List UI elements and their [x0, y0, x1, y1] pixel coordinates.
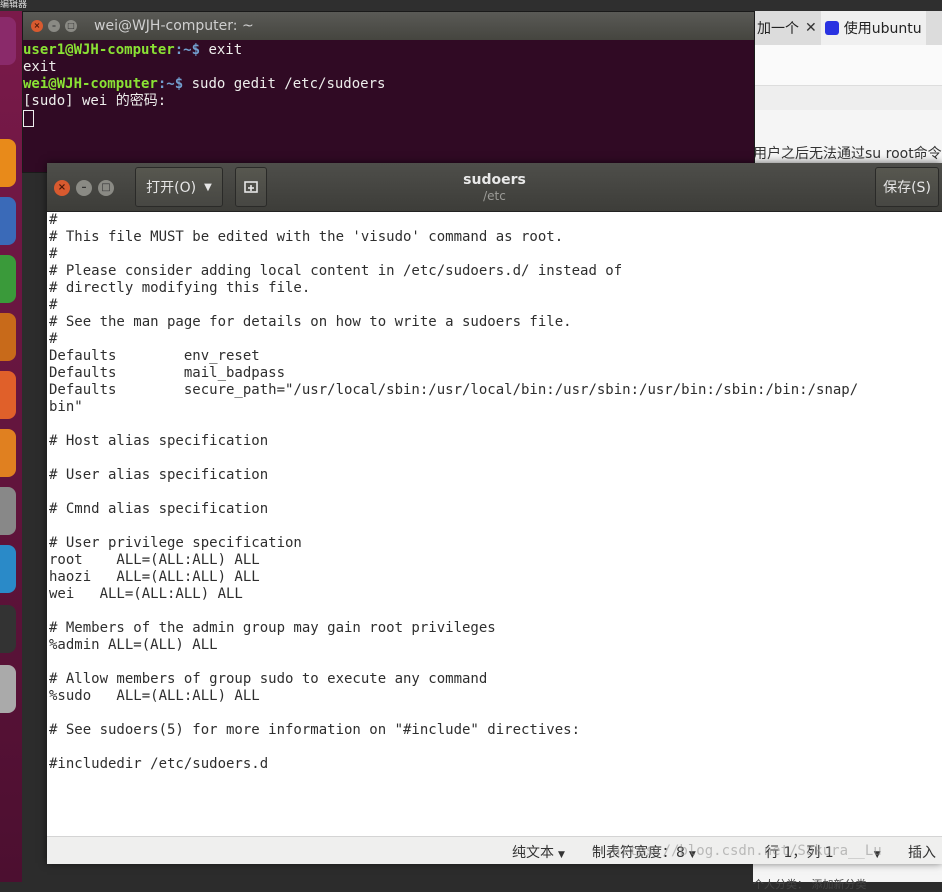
browser-tab[interactable]: 使用ubuntu: [820, 11, 926, 45]
editor-line: #: [49, 331, 58, 347]
terminal-line: [sudo] wei 的密码:: [23, 93, 167, 109]
terminal-line: user1@WJH-computer:~$ exit: [23, 42, 243, 58]
minimize-icon[interactable]: –: [48, 20, 60, 32]
article-category: 个人分类： 添加新分类: [753, 878, 867, 891]
browser-tabbar: 加一个 ✕ 使用ubuntu: [753, 11, 942, 45]
chat-icon[interactable]: [0, 545, 16, 593]
browser-bookmarks: [753, 86, 942, 110]
editor-line: #includedir /etc/sudoers.d: [49, 756, 269, 772]
editor-line: Defaults secure_path="/usr/local/sbin:/u…: [49, 382, 859, 398]
impress-icon[interactable]: [0, 313, 16, 361]
terminal-line: exit: [23, 59, 57, 75]
editor-line: # User privilege specification: [49, 535, 302, 551]
dash-icon[interactable]: [0, 17, 16, 65]
article-title: 用户之后无法通过su root命令: [753, 146, 942, 162]
firefox-icon[interactable]: [0, 139, 16, 187]
text-editor-area[interactable]: # # This file MUST be edited with the 'vi…: [47, 212, 942, 836]
close-icon[interactable]: ✕: [805, 20, 817, 36]
document-path: /etc: [483, 189, 506, 203]
browser-tab-label: 使用ubuntu: [843, 21, 922, 37]
save-button-label: 保存(S): [883, 180, 931, 196]
editor-line: root ALL=(ALL:ALL) ALL: [49, 552, 260, 568]
browser-tab-label: 加一个: [757, 21, 799, 37]
terminal-title: wei@WJH-computer: ~: [94, 18, 254, 34]
writer-icon[interactable]: [0, 197, 16, 245]
watermark: https://blog.csdn.net/Sakura__Lu: [612, 843, 882, 859]
editor-line: # Members of the admin group may gain ro…: [49, 620, 496, 636]
gedit-headerbar[interactable]: × – □ 打开(O) ▼ sudoers /etc 保存(S): [47, 163, 942, 212]
browser-toolbar: [753, 45, 942, 86]
editor-line: # directly modifying this file.: [49, 280, 311, 296]
editor-line: # User alias specification: [49, 467, 269, 483]
editor-line: #: [49, 212, 58, 228]
files-icon[interactable]: [0, 371, 16, 419]
terminal-cursor: [23, 110, 34, 127]
terminal-titlebar[interactable]: × – □ wei@WJH-computer: ~: [23, 12, 754, 40]
editor-line: # This file MUST be edited with the 'vis…: [49, 229, 564, 245]
launcher: [0, 11, 22, 882]
editor-line: Defaults env_reset: [49, 348, 260, 364]
browser-tab[interactable]: 加一个 ✕: [753, 11, 821, 45]
editor-line: #: [49, 297, 58, 313]
terminal-line: wei@WJH-computer:~$ sudo gedit /etc/sudo…: [23, 76, 386, 92]
editor-line: Defaults mail_badpass: [49, 365, 286, 381]
editor-line: %sudo ALL=(ALL:ALL) ALL: [49, 688, 260, 704]
close-icon[interactable]: ×: [31, 20, 43, 32]
editor-line: # Please consider adding local content i…: [49, 263, 623, 279]
language-selector[interactable]: 纯文本 ▼: [512, 842, 565, 862]
editor-line: haozi ALL=(ALL:ALL) ALL: [49, 569, 260, 585]
terminal-line: [23, 110, 754, 127]
editor-line: bin": [49, 399, 83, 415]
editor-line: # See the man page for details on how to…: [49, 314, 572, 330]
top-app-title: 编辑器: [0, 0, 28, 10]
terminal-output[interactable]: user1@WJH-computer:~$ exit exit wei@WJH-…: [23, 40, 754, 127]
terminal-window[interactable]: × – □ wei@WJH-computer: ~ user1@WJH-comp…: [22, 11, 755, 173]
editor-line: #: [49, 246, 58, 262]
insert-mode[interactable]: 插入: [908, 842, 936, 862]
maximize-icon[interactable]: □: [65, 20, 77, 32]
document-title: sudoers: [463, 172, 526, 188]
editor-line: wei ALL=(ALL:ALL) ALL: [49, 586, 243, 602]
baidu-icon: [824, 21, 839, 35]
editor-line: %admin ALL=(ALL) ALL: [49, 637, 218, 653]
calc-icon[interactable]: [0, 255, 16, 303]
editor-line: # Host alias specification: [49, 433, 269, 449]
terminal-launcher-icon[interactable]: [0, 605, 16, 653]
top-app-bar: 编辑器: [0, 0, 942, 11]
software-icon[interactable]: [0, 429, 16, 477]
editor-line: # See sudoers(5) for more information on…: [49, 722, 581, 738]
editor-line: # Cmnd alias specification: [49, 501, 269, 517]
gedit-window[interactable]: × – □ 打开(O) ▼ sudoers /etc 保存(S) # # This…: [47, 163, 942, 864]
text-editor-icon[interactable]: [0, 665, 16, 713]
save-button[interactable]: 保存(S): [875, 167, 939, 207]
settings-icon[interactable]: [0, 487, 16, 535]
editor-line: # Allow members of group sudo to execute…: [49, 671, 488, 687]
